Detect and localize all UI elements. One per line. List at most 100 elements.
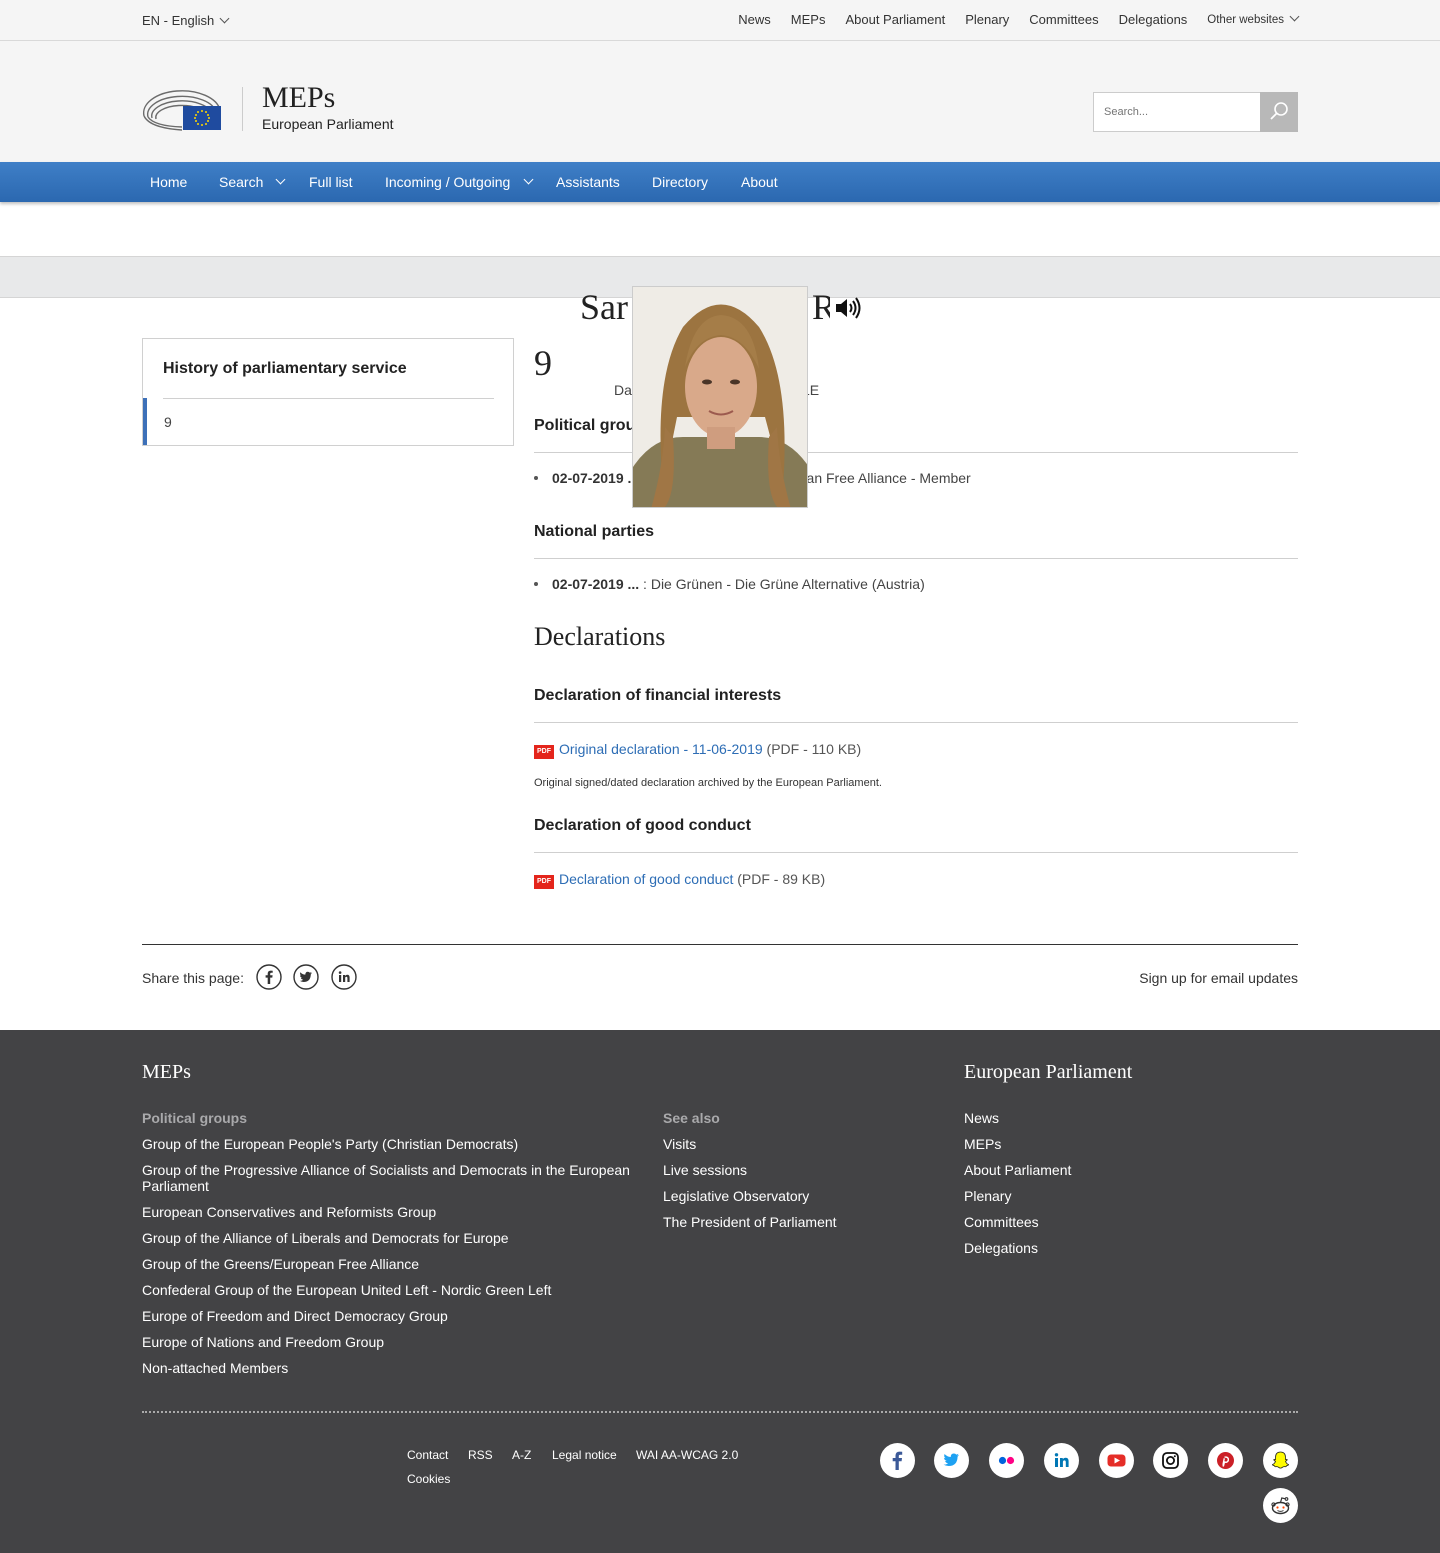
- footer-ep-link[interactable]: Delegations: [964, 1240, 1038, 1256]
- good-conduct-link[interactable]: Declaration of good conduct: [559, 871, 733, 887]
- facebook-icon[interactable]: [256, 964, 282, 990]
- instagram-icon[interactable]: [1153, 1443, 1188, 1478]
- footer-see-also-link[interactable]: The President of Parliament: [663, 1214, 837, 1230]
- footer-group-link[interactable]: Group of the Alliance of Liberals and De…: [142, 1230, 509, 1246]
- footer-see-also-link[interactable]: Live sessions: [663, 1162, 747, 1178]
- declarations-heading: Declarations: [534, 622, 666, 651]
- financial-interests-heading: Declaration of financial interests: [534, 687, 782, 704]
- top-utility-bar: EN - English News MEPs About Parliament …: [0, 0, 1440, 41]
- group-date: 02-07-2019 ...: [552, 470, 640, 486]
- sidebar-item-term[interactable]: 9: [143, 398, 513, 445]
- dob-start: Da: [614, 382, 632, 398]
- youtube-icon[interactable]: [1099, 1443, 1134, 1478]
- footer-contact-link[interactable]: Contact: [407, 1448, 448, 1462]
- footer-see-also-heading: See also: [663, 1110, 720, 1126]
- chevron-down-icon[interactable]: [275, 174, 286, 185]
- chevron-down-icon[interactable]: [523, 174, 534, 185]
- divider: [534, 722, 1298, 723]
- twitter-icon[interactable]: [293, 964, 319, 990]
- top-link-plenary[interactable]: Plenary: [965, 12, 1009, 27]
- footer-ep-link[interactable]: Committees: [964, 1214, 1039, 1230]
- good-conduct-row: PDF Declaration of good conduct (PDF - 89…: [534, 871, 825, 889]
- footer-az-link[interactable]: A-Z: [512, 1448, 531, 1462]
- financial-declaration-link[interactable]: Original declaration - 11-06-2019: [559, 741, 763, 757]
- share-label: Share this page:: [142, 970, 244, 986]
- site-subtitle: European Parliament: [262, 116, 394, 132]
- footer-ep-link[interactable]: News: [964, 1110, 999, 1126]
- logo-divider: [242, 87, 243, 131]
- footer-divider: [142, 1411, 1298, 1413]
- snapchat-icon[interactable]: [1263, 1443, 1298, 1478]
- service-history-panel: History of parliamentary service 9: [142, 338, 514, 446]
- footer-group-link[interactable]: Non-attached Members: [142, 1360, 288, 1376]
- mep-name-start: Sar: [580, 287, 628, 327]
- other-websites-label: Other websites: [1207, 13, 1284, 26]
- bullet: [534, 582, 538, 586]
- footer-meps-title: MEPs: [142, 1061, 191, 1083]
- footer-legal-link[interactable]: Legal notice: [552, 1448, 617, 1462]
- email-signup-link[interactable]: Sign up for email updates: [1139, 970, 1298, 986]
- pdf-icon: PDF: [534, 745, 554, 759]
- top-link-news[interactable]: News: [738, 12, 771, 27]
- list-item: 02-07-2019 ... : Die Grünen - Die Grüne …: [534, 576, 925, 592]
- nav-full-list[interactable]: Full list: [309, 174, 353, 190]
- site-header: MEPs European Parliament: [0, 41, 1440, 162]
- footer-rss-link[interactable]: RSS: [468, 1448, 493, 1462]
- linkedin-icon[interactable]: [331, 964, 357, 990]
- footer-group-link[interactable]: Europe of Nations and Freedom Group: [142, 1334, 384, 1350]
- top-link-meps[interactable]: MEPs: [791, 12, 826, 27]
- speaker-icon[interactable]: [834, 296, 862, 320]
- declaration-note: Original signed/dated declaration archiv…: [534, 777, 882, 789]
- footer-ep-link[interactable]: About Parliament: [964, 1162, 1071, 1178]
- service-history-title: History of parliamentary service: [163, 360, 407, 377]
- footer-ep-link[interactable]: MEPs: [964, 1136, 1001, 1152]
- main-navigation: Home Search Full list Incoming / Outgoin…: [0, 162, 1440, 202]
- pdf-icon: PDF: [534, 875, 554, 889]
- footer-cookies-link[interactable]: Cookies: [407, 1472, 450, 1486]
- party-text: : Die Grünen - Die Grüne Alternative (Au…: [639, 576, 925, 592]
- party-date: 02-07-2019 ...: [552, 576, 640, 592]
- footer-group-link[interactable]: European Conservatives and Reformists Gr…: [142, 1204, 436, 1220]
- nav-incoming-outgoing[interactable]: Incoming / Outgoing: [385, 174, 510, 190]
- top-link-about[interactable]: About Parliament: [845, 12, 945, 27]
- top-link-delegations[interactable]: Delegations: [1119, 12, 1188, 27]
- nav-assistants[interactable]: Assistants: [556, 174, 620, 190]
- flickr-icon[interactable]: [989, 1443, 1024, 1478]
- footer-see-also-link[interactable]: Visits: [663, 1136, 696, 1152]
- chevron-down-icon: [1289, 11, 1300, 21]
- nav-directory[interactable]: Directory: [652, 174, 708, 190]
- mep-photo: [632, 286, 808, 508]
- financial-declaration-row: PDF Original declaration - 11-06-2019 (PD…: [534, 741, 861, 759]
- search-button[interactable]: [1260, 92, 1298, 132]
- other-websites-dropdown[interactable]: Other websites: [1207, 11, 1300, 26]
- national-parties-heading: National parties: [534, 523, 655, 540]
- ep-logo-icon[interactable]: [142, 86, 222, 131]
- mep-name-end: R: [812, 287, 830, 327]
- divider: [534, 558, 1298, 559]
- twitter-icon[interactable]: [934, 1443, 969, 1478]
- footer-group-link[interactable]: Confederal Group of the European United …: [142, 1282, 551, 1298]
- facebook-icon[interactable]: [880, 1443, 915, 1478]
- footer-group-link[interactable]: Group of the European People's Party (Ch…: [142, 1136, 518, 1152]
- nav-search[interactable]: Search: [219, 174, 263, 190]
- linkedin-icon[interactable]: [1044, 1443, 1079, 1478]
- site-title[interactable]: MEPs: [262, 81, 335, 115]
- reddit-icon[interactable]: [1263, 1488, 1298, 1523]
- nav-about[interactable]: About: [741, 174, 778, 190]
- language-selector[interactable]: EN - English: [142, 13, 230, 28]
- footer-group-link[interactable]: Group of the Progressive Alliance of Soc…: [142, 1162, 642, 1194]
- top-link-committees[interactable]: Committees: [1029, 12, 1098, 27]
- footer-group-link[interactable]: Group of the Greens/European Free Allian…: [142, 1256, 419, 1272]
- search-input[interactable]: [1093, 92, 1261, 132]
- nav-home[interactable]: Home: [150, 174, 187, 190]
- footer-see-also-link[interactable]: Legislative Observatory: [663, 1188, 809, 1204]
- footer-wai-link[interactable]: WAI AA-WCAG 2.0: [636, 1448, 738, 1462]
- footer-ep-link[interactable]: Plenary: [964, 1188, 1011, 1204]
- term-number: 9: [534, 343, 552, 383]
- political-groups-heading: Political grou: [534, 417, 636, 434]
- portrait-image: [633, 287, 807, 507]
- footer-ep-title: European Parliament: [964, 1061, 1133, 1083]
- footer-group-link[interactable]: Europe of Freedom and Direct Democracy G…: [142, 1308, 448, 1324]
- pinterest-icon[interactable]: [1208, 1443, 1243, 1478]
- divider: [534, 852, 1298, 853]
